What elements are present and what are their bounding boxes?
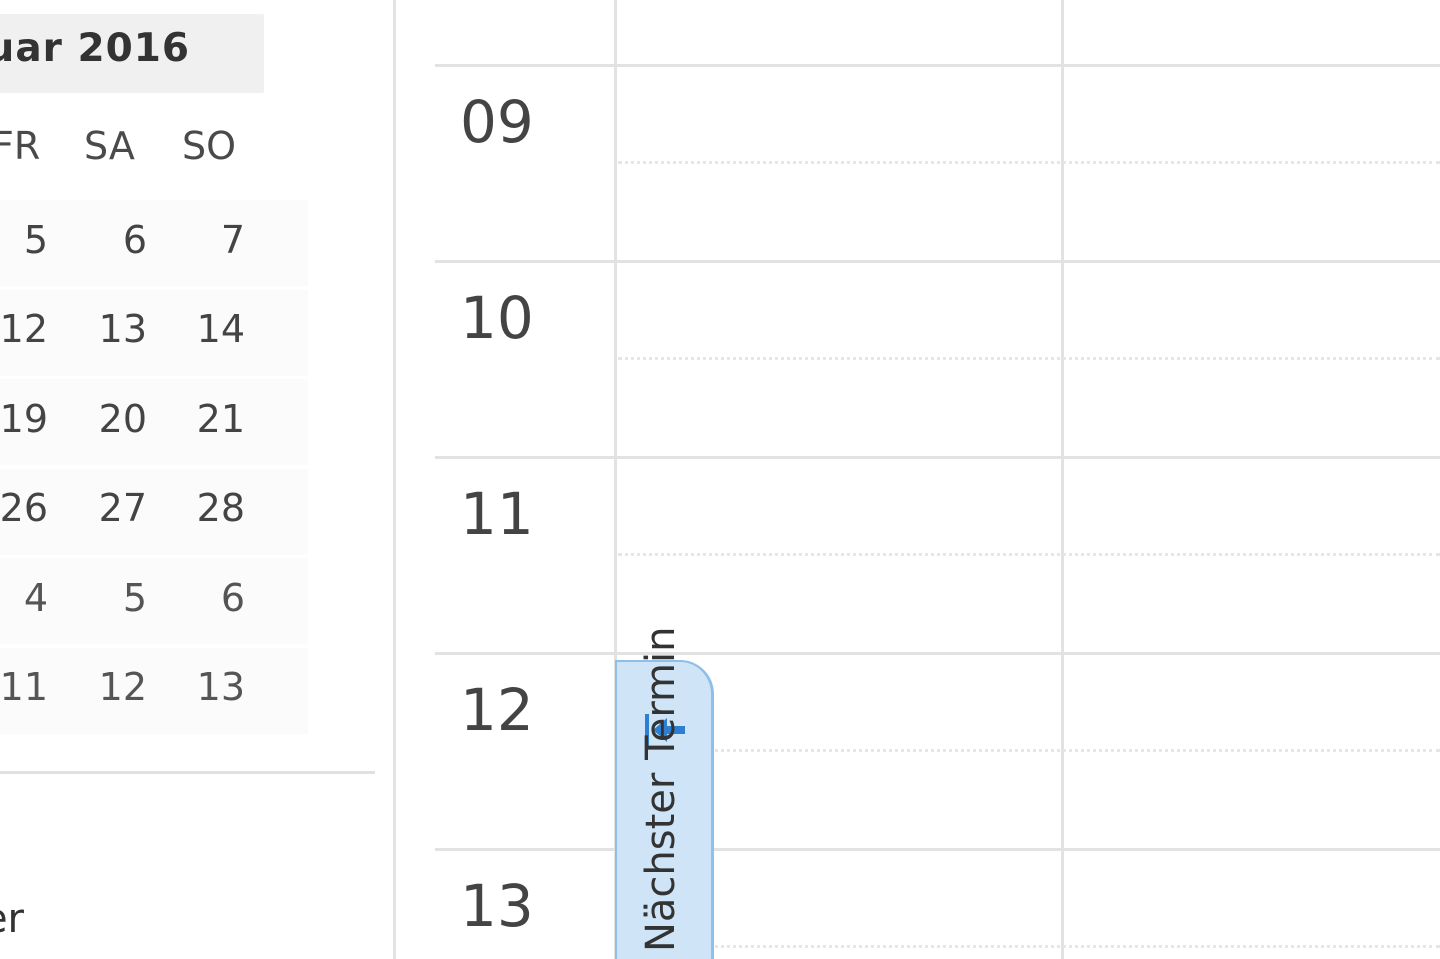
mini-calendar-day[interactable]: 6: [67, 218, 147, 262]
mini-calendar-day[interactable]: 14: [165, 307, 245, 351]
hour-gridline: [435, 848, 1440, 851]
mini-calendar-day[interactable]: 12: [67, 665, 147, 709]
half-hour-gridline: [618, 553, 1440, 556]
mini-calendar-day[interactable]: 4: [0, 576, 48, 620]
mini-calendar-day[interactable]: 20: [67, 397, 147, 441]
mini-calendar-day[interactable]: 11: [0, 665, 48, 709]
outlook-calendar-window: Februar 2016 FR SA SO 5 6 7 12 13 14 19 …: [0, 0, 1440, 959]
hour-label: 09: [460, 88, 534, 156]
mini-calendar-day[interactable]: 5: [0, 218, 48, 262]
mini-calendar-day[interactable]: 28: [165, 486, 245, 530]
half-hour-gridline: [618, 161, 1440, 164]
mini-calendar-day[interactable]: 27: [67, 486, 147, 530]
half-hour-gridline: [618, 945, 1440, 948]
hour-label: 10: [460, 284, 534, 352]
mini-calendar-day[interactable]: 6: [165, 576, 245, 620]
navigation-pane-separator: [0, 771, 375, 774]
weekday-sunday: SO: [182, 124, 237, 168]
hour-gridline: [435, 456, 1440, 459]
next-appointment-button[interactable]: Nächster Termin: [615, 627, 714, 959]
half-hour-gridline: [618, 357, 1440, 360]
hour-gridline: [435, 260, 1440, 263]
hour-label: 12: [460, 676, 534, 744]
weekday-saturday: SA: [84, 124, 135, 168]
mini-calendar-month-title[interactable]: Februar 2016: [0, 26, 190, 71]
mini-calendar-day[interactable]: 21: [165, 397, 245, 441]
hour-label: 13: [460, 872, 534, 940]
day-schedule-grid[interactable]: 09 10 11 12 13: [396, 0, 1440, 959]
hour-gridline: [435, 64, 1440, 67]
mini-calendar-day[interactable]: 26: [0, 486, 48, 530]
hour-label: 11: [460, 480, 534, 548]
mini-calendar-day[interactable]: 13: [67, 307, 147, 351]
weekday-friday: FR: [0, 124, 41, 168]
calendar-folder-item[interactable]: Kalender: [0, 896, 24, 942]
hour-gridline: [435, 652, 1440, 655]
day-column-divider: [1061, 0, 1064, 959]
mini-calendar-day[interactable]: 19: [0, 397, 48, 441]
half-hour-gridline: [618, 749, 1440, 752]
navigation-pane: Februar 2016 FR SA SO 5 6 7 12 13 14 19 …: [0, 0, 393, 959]
mini-calendar-day[interactable]: 12: [0, 307, 48, 351]
mini-calendar-day[interactable]: 7: [165, 218, 245, 262]
next-appointment-label: Nächster Termin: [638, 626, 684, 953]
mini-calendar-day[interactable]: 13: [165, 665, 245, 709]
mini-calendar-day[interactable]: 5: [67, 576, 147, 620]
